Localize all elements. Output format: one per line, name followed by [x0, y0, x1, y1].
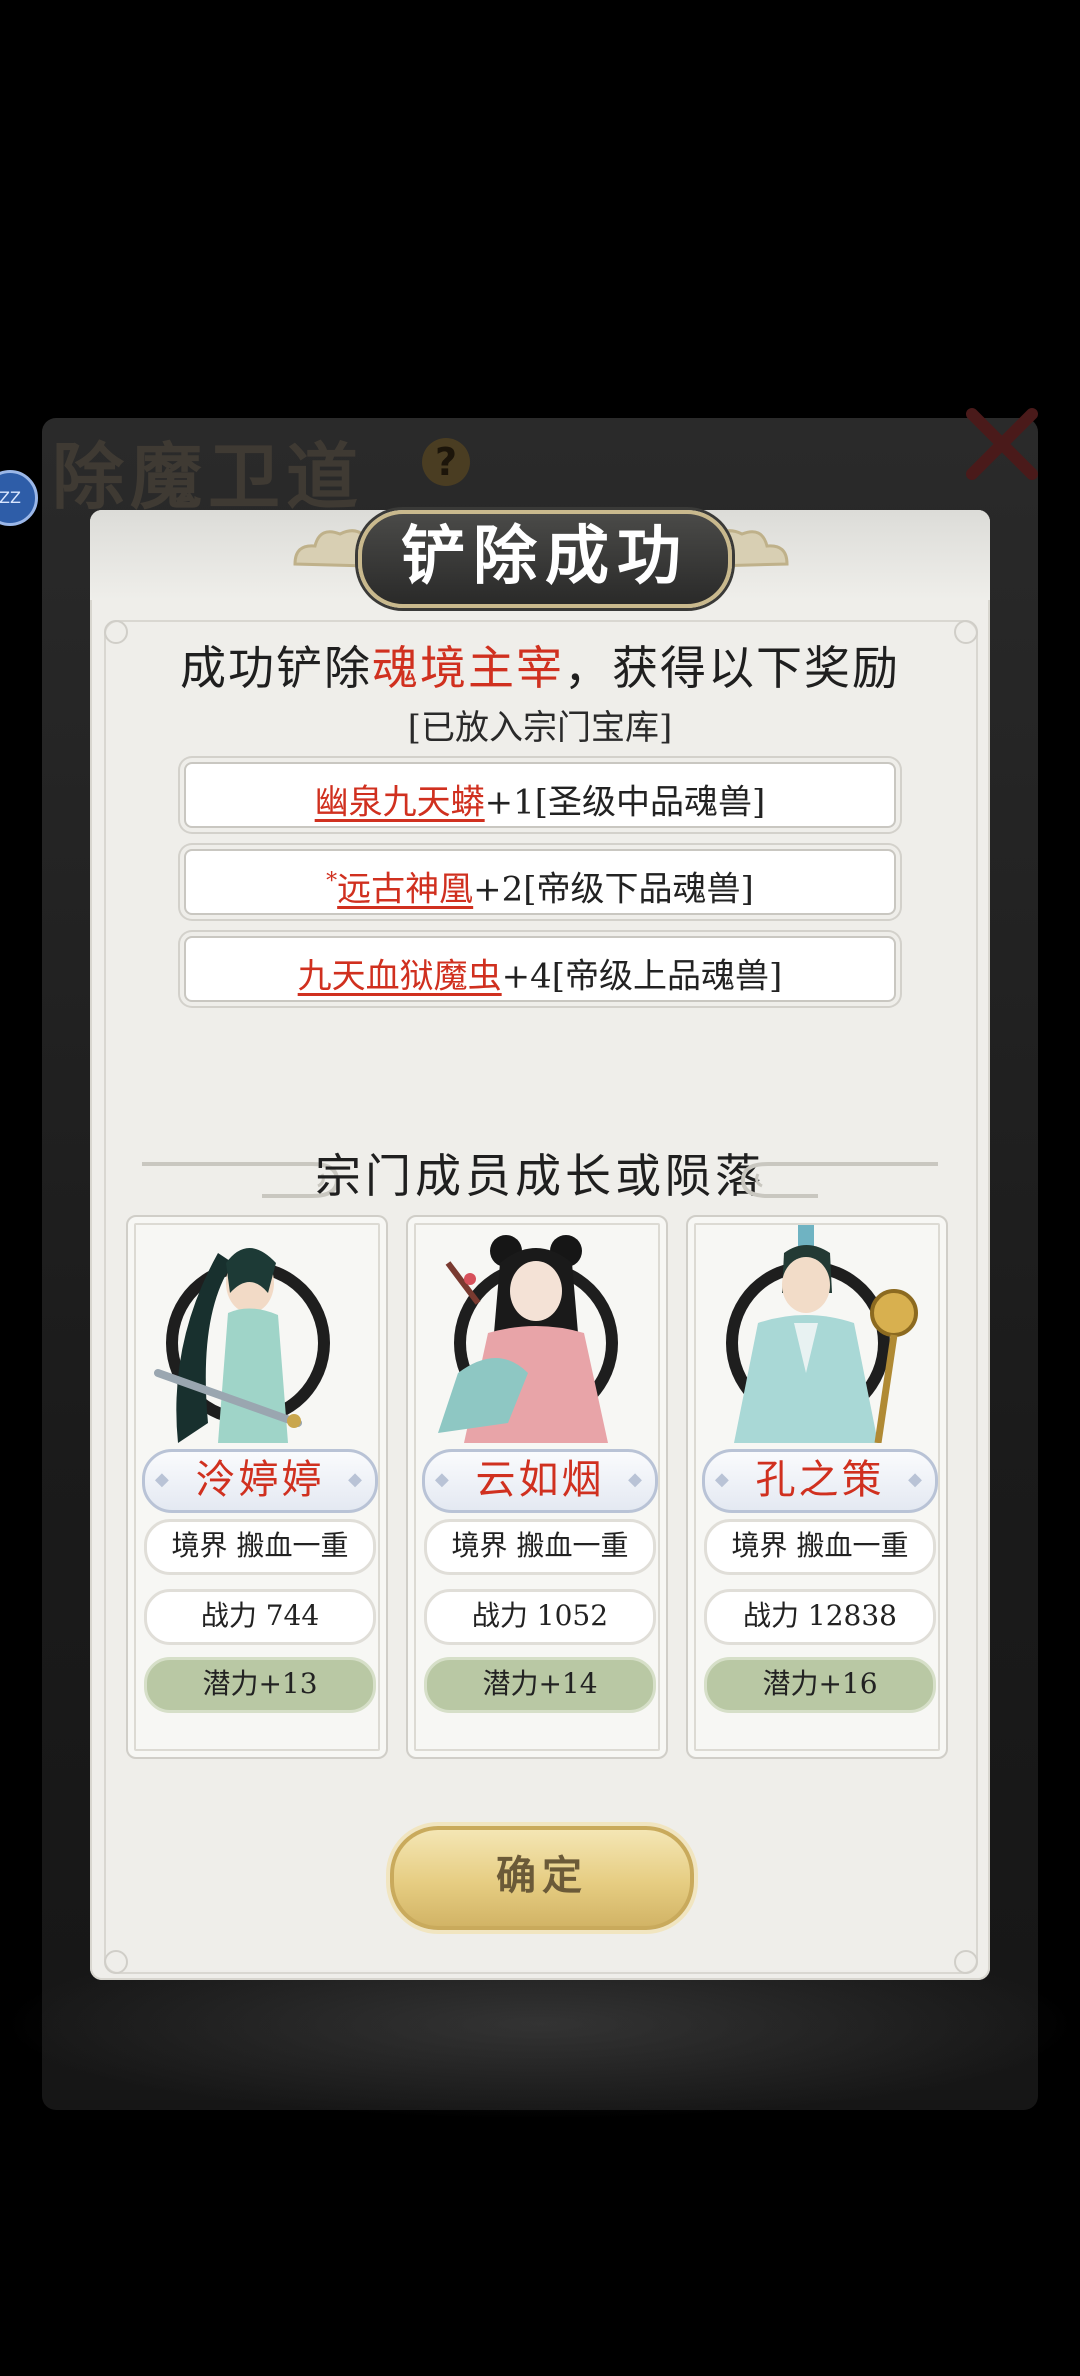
- reward-name[interactable]: 幽泉九天蟒: [315, 782, 485, 822]
- reward-item[interactable]: *远古神凰+2[帝级下品魂兽]: [184, 849, 896, 915]
- reward-item[interactable]: 九天血狱魔虫+4[帝级上品魂兽]: [184, 936, 896, 1002]
- member-name: 孔之策: [702, 1449, 938, 1513]
- background-title: 除魔卫道: [52, 434, 365, 519]
- headline-prefix: 成功铲除: [180, 641, 372, 695]
- section-divider-right-icon: [740, 1162, 938, 1198]
- member-potential: 潜力+16: [704, 1657, 936, 1713]
- background-mist: [0, 1960, 1080, 2120]
- reward-name[interactable]: 九天血狱魔虫: [298, 956, 502, 996]
- reward-detail: +2[帝级下品魂兽]: [473, 869, 754, 910]
- member-potential: 潜力+13: [144, 1657, 376, 1713]
- help-icon[interactable]: ?: [422, 438, 470, 486]
- member-card[interactable]: 孔之策 境界 搬血一重 战力 12838 潜力+16: [686, 1215, 948, 1759]
- reward-name[interactable]: 远古神凰: [337, 869, 473, 909]
- frame-corner-ornament: [954, 1950, 978, 1974]
- member-name: 泠婷婷: [142, 1449, 378, 1513]
- reward-item[interactable]: 幽泉九天蟒+1[圣级中品魂兽]: [184, 762, 896, 828]
- member-potential: 潜力+14: [424, 1657, 656, 1713]
- member-realm: 境界 搬血一重: [144, 1519, 376, 1575]
- member-realm: 境界 搬血一重: [424, 1519, 656, 1575]
- reward-list: 幽泉九天蟒+1[圣级中品魂兽] *远古神凰+2[帝级下品魂兽] 九天血狱魔虫+4…: [184, 762, 896, 1023]
- dialog-title: 铲除成功: [358, 510, 732, 608]
- member-list: 泠婷婷 境界 搬血一重 战力 744 潜力+13: [126, 1215, 956, 1759]
- reward-detail: +1[圣级中品魂兽]: [484, 782, 766, 823]
- member-portrait: [698, 1223, 936, 1443]
- member-portrait: [418, 1223, 656, 1443]
- member-portrait: [138, 1223, 376, 1443]
- frame-corner-ornament: [104, 1950, 128, 1974]
- result-headline: 成功铲除魂境主宰，获得以下奖励: [90, 632, 990, 698]
- member-card[interactable]: 泠婷婷 境界 搬血一重 战力 744 潜力+13: [126, 1215, 388, 1759]
- member-power: 战力 1052: [424, 1589, 656, 1645]
- boss-name: 魂境主宰: [372, 641, 564, 695]
- reward-detail: +4[帝级上品魂兽]: [501, 956, 783, 997]
- headline-suffix: ，获得以下奖励: [564, 641, 900, 695]
- close-icon[interactable]: [962, 404, 1042, 484]
- storage-note: [已放入宗门宝库]: [407, 708, 673, 748]
- member-card[interactable]: 云如烟 境界 搬血一重 战力 1052 潜力+14: [406, 1215, 668, 1759]
- result-dialog: 铲除成功 成功铲除魂境主宰，获得以下奖励 [已放入宗门宝库] 幽泉九天蟒+1[圣…: [90, 510, 990, 1980]
- confirm-button[interactable]: 确定: [390, 1826, 694, 1930]
- member-realm: 境界 搬血一重: [704, 1519, 936, 1575]
- member-name: 云如烟: [422, 1449, 658, 1513]
- member-power: 战力 12838: [704, 1589, 936, 1645]
- reward-star: *: [326, 869, 338, 894]
- side-badge[interactable]: ZZ: [0, 470, 38, 526]
- member-power: 战力 744: [144, 1589, 376, 1645]
